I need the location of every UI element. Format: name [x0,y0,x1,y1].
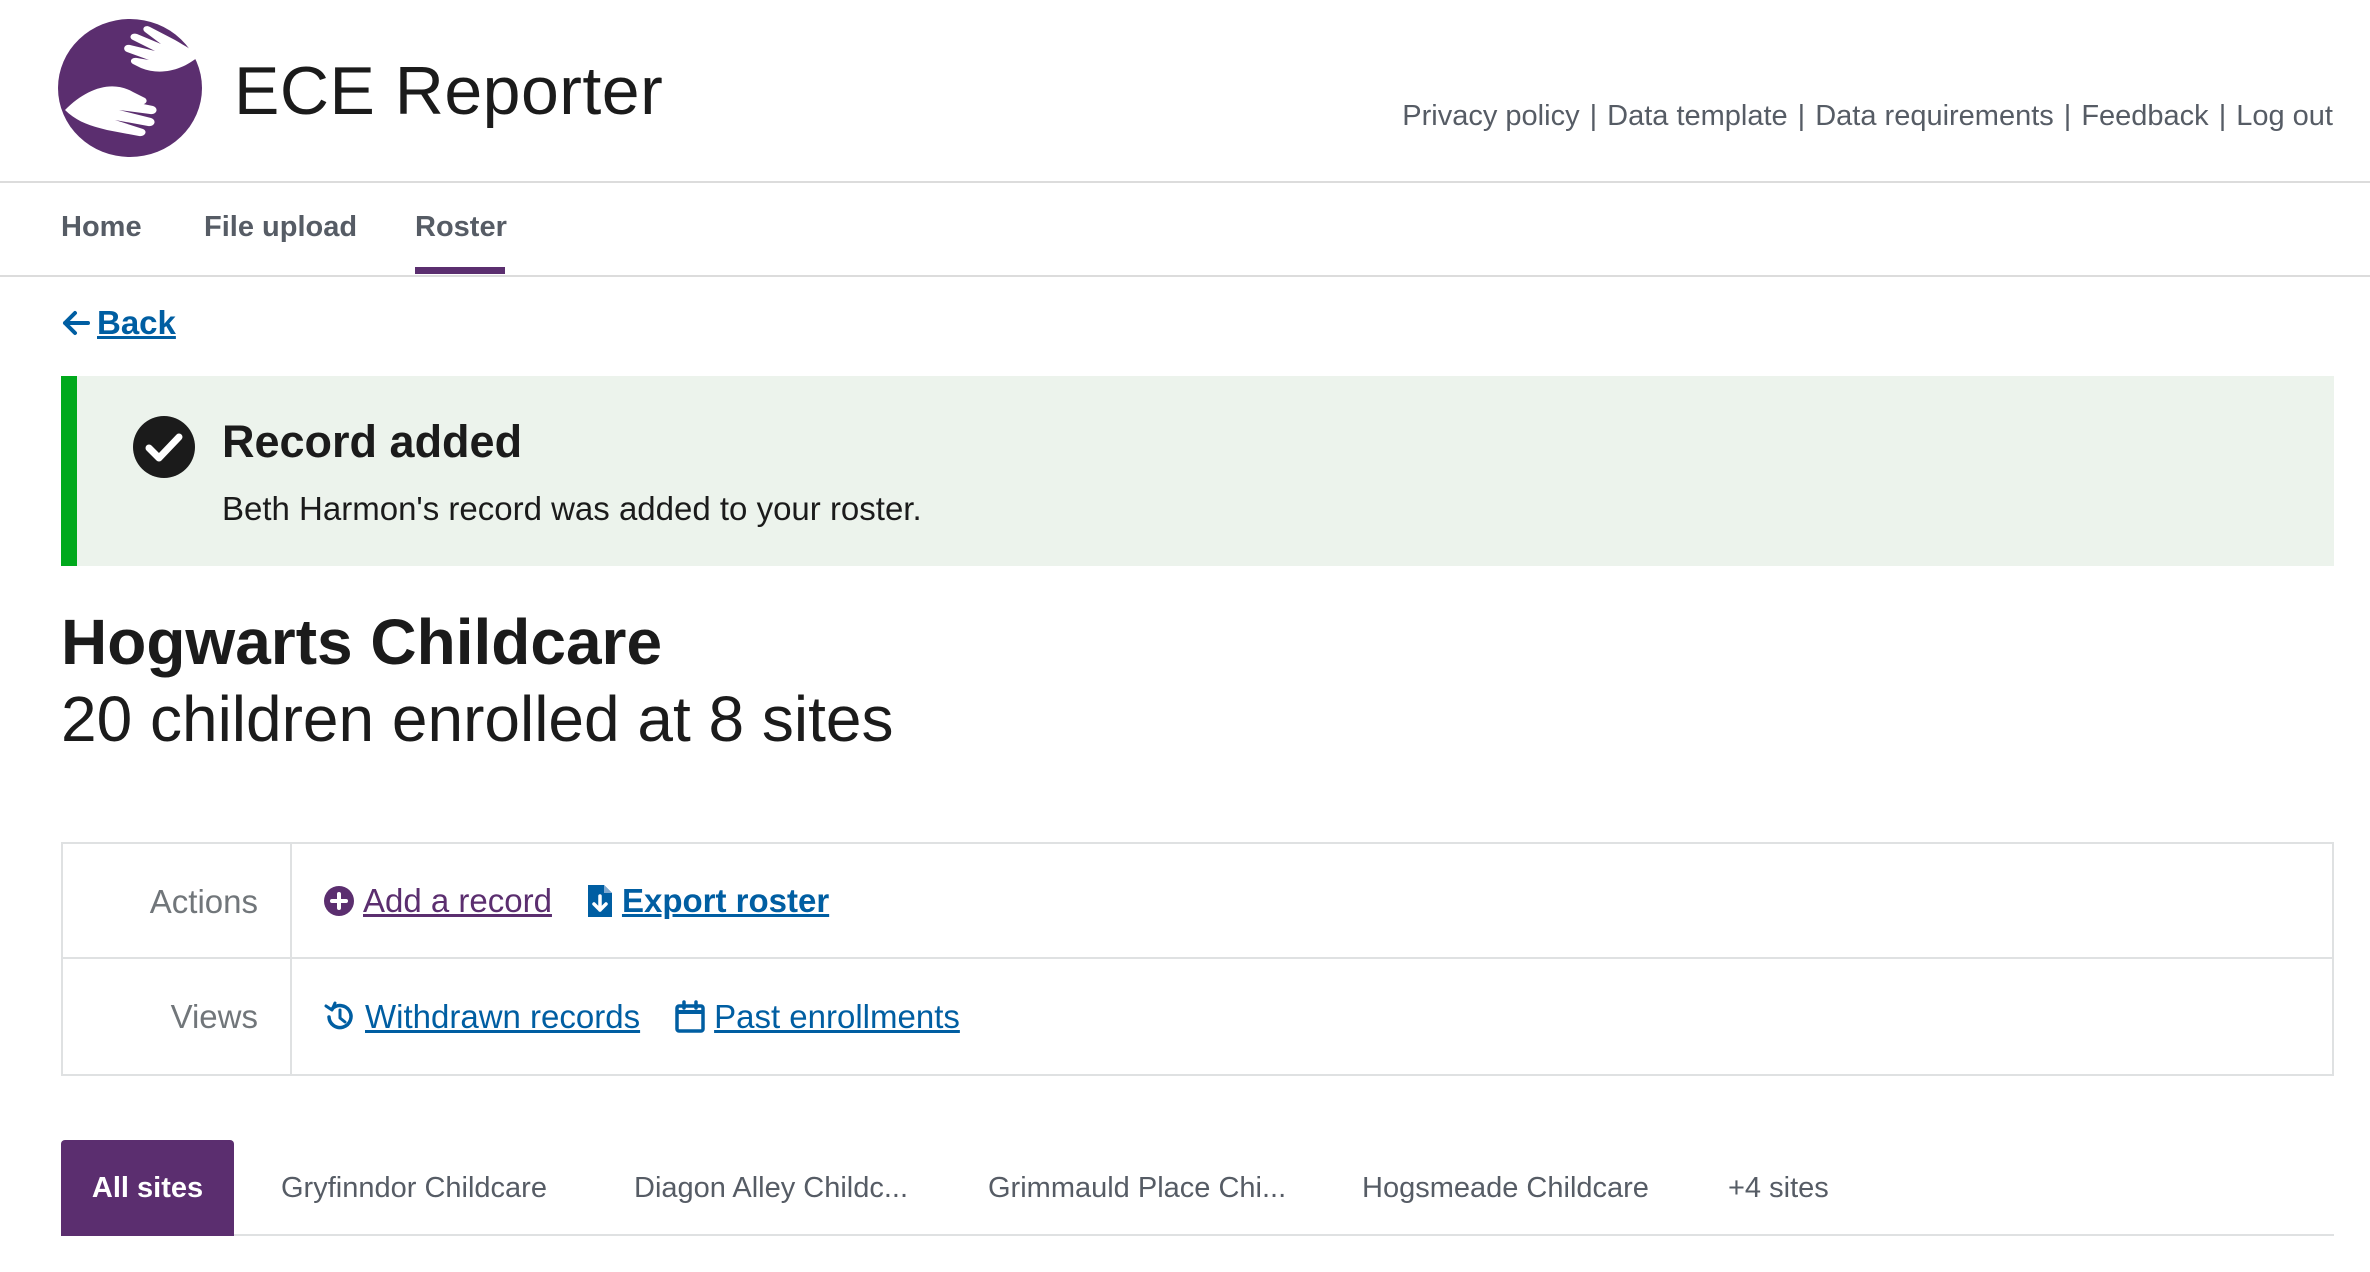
tab-more-sites[interactable]: +4 sites [1728,1140,1829,1236]
add-record-label: Add a record [363,881,552,919]
views-row: Views Withdrawn records Past enrollments [63,959,2332,1074]
link-separator: | [2063,100,2072,132]
actions-table: Actions Add a record Export roster Views [61,842,2334,1076]
add-record-link[interactable]: Add a record [323,882,552,920]
log-out-link[interactable]: Log out [2236,100,2333,133]
tab-gryfinndor-childcare[interactable]: Gryfinndor Childcare [281,1140,547,1236]
past-enrollments-label: Past enrollments [714,997,960,1035]
plus-circle-icon [324,885,354,916]
calendar-icon [675,999,705,1033]
actions-row: Actions Add a record Export roster [63,844,2332,959]
views-links: Withdrawn records Past enrollments [323,959,994,1074]
tab-diagon-alley-childcare[interactable]: Diagon Alley Childc... [634,1140,908,1236]
ece-reporter-logo-icon[interactable] [57,18,203,158]
success-alert: Record added Beth Harmon's record was ad… [61,376,2334,566]
utility-links: Privacy policy | Data template | Data re… [1402,100,2333,133]
app-header: ECE Reporter Privacy policy | Data templ… [0,0,2370,183]
history-icon [324,1001,353,1029]
alert-body: Beth Harmon's record was added to your r… [222,490,922,527]
withdrawn-records-label: Withdrawn records [365,997,641,1035]
actions-label: Actions [63,844,292,957]
link-separator: | [1589,100,1598,132]
withdrawn-records-link[interactable]: Withdrawn records [323,998,640,1036]
data-template-link[interactable]: Data template [1607,100,1788,133]
tab-all-sites[interactable]: All sites [61,1140,234,1236]
alert-heading: Record added [222,416,523,467]
tab-grimmauld-place-childcare[interactable]: Grimmauld Place Chi... [988,1140,1286,1236]
tab-hogsmeade-childcare[interactable]: Hogsmeade Childcare [1362,1140,1649,1236]
enrollment-summary: 20 children enrolled at 8 sites [61,683,894,755]
app-title: ECE Reporter [234,53,664,129]
back-link[interactable]: Back [61,304,176,342]
feedback-link[interactable]: Feedback [2081,100,2208,133]
link-separator: | [1797,100,1806,132]
arrow-left-icon [63,311,90,335]
nav-file-upload[interactable]: File upload [204,211,357,244]
nav-home[interactable]: Home [61,211,142,244]
export-roster-link[interactable]: Export roster [586,882,829,920]
file-download-icon [587,884,612,917]
main-nav: Home File upload Roster [0,183,2370,277]
past-enrollments-link[interactable]: Past enrollments [674,998,960,1036]
back-label: Back [97,304,176,341]
check-circle-icon [133,416,195,478]
nav-roster[interactable]: Roster [415,211,507,244]
site-tabs: All sites Gryfinndor Childcare Diagon Al… [61,1140,2334,1236]
privacy-policy-link[interactable]: Privacy policy [1402,100,1579,133]
data-requirements-link[interactable]: Data requirements [1815,100,2054,133]
export-roster-label: Export roster [621,881,830,919]
organization-name: Hogwarts Childcare [61,606,663,678]
active-nav-indicator [415,267,505,274]
views-label: Views [63,959,292,1074]
link-separator: | [2218,100,2227,132]
actions-links: Add a record Export roster [323,844,863,957]
